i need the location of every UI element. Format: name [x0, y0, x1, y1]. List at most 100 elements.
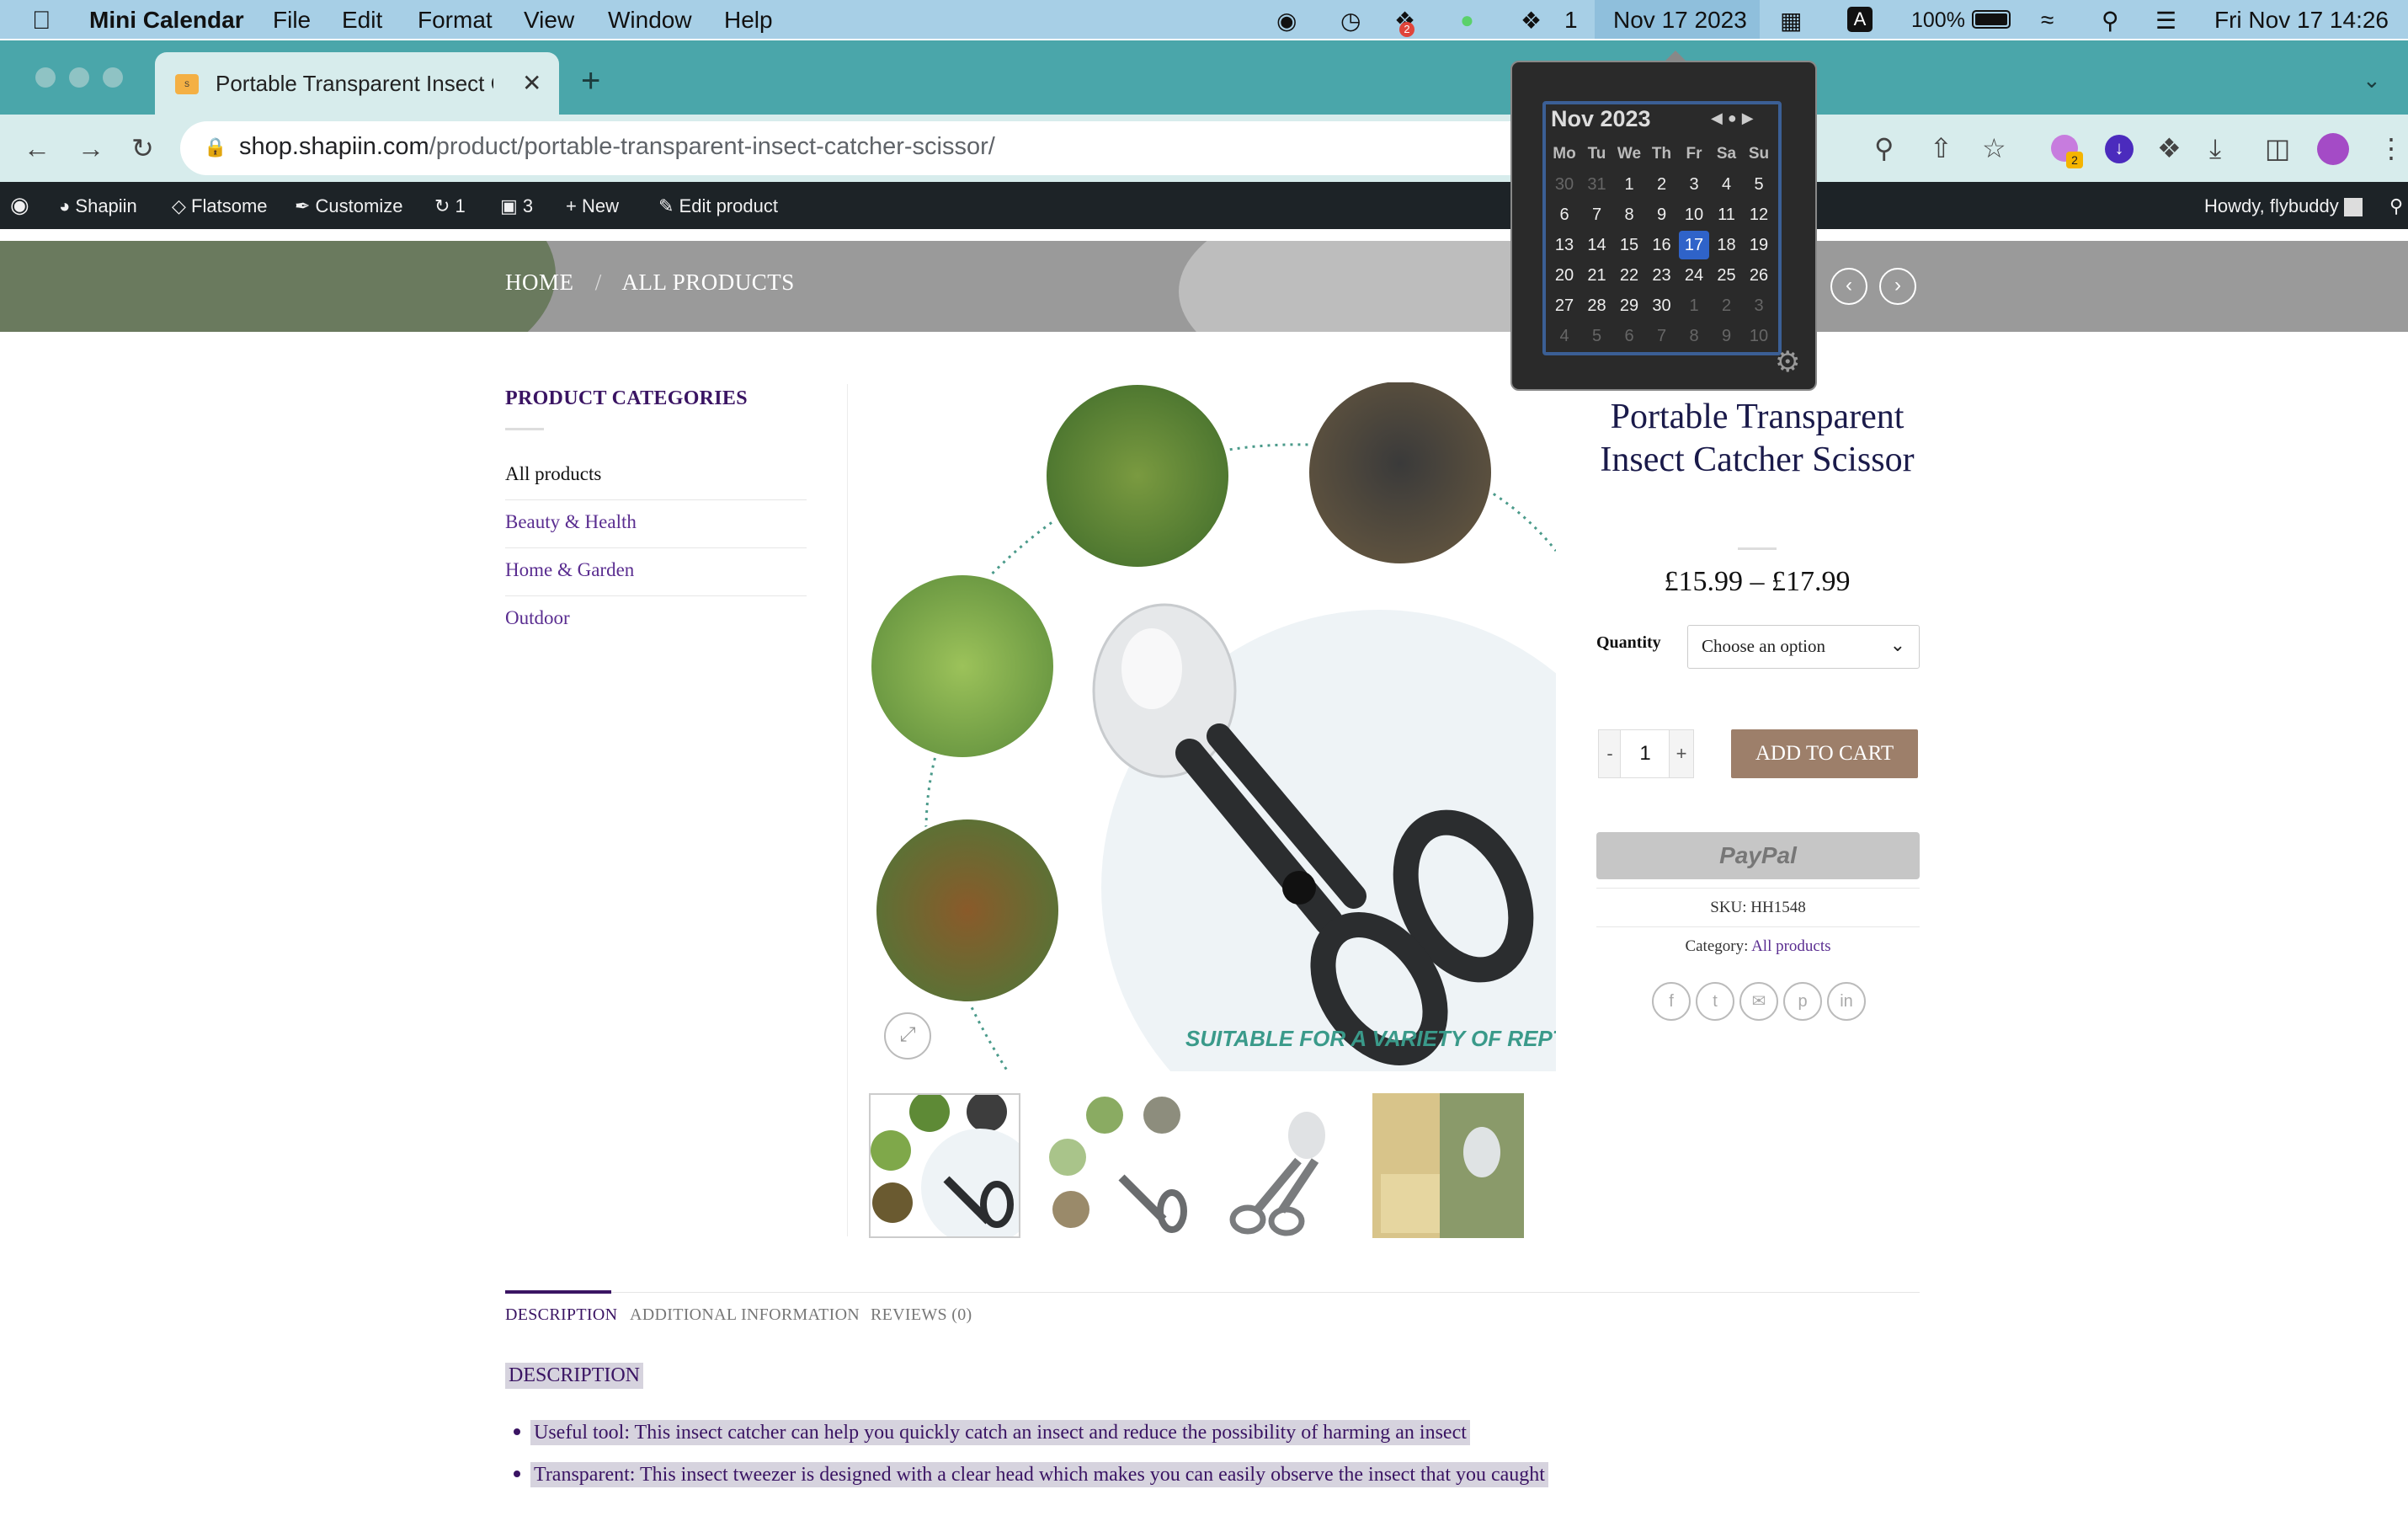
calendar-day[interactable]: 14	[1582, 231, 1612, 259]
battery-icon[interactable]	[1972, 10, 2011, 29]
next-month-icon[interactable]: ▶	[1742, 109, 1759, 126]
calendar-day[interactable]: 21	[1582, 261, 1612, 290]
paypal-button[interactable]: PayPal	[1596, 832, 1920, 879]
prev-month-icon[interactable]: ◀	[1711, 109, 1728, 126]
calendar-day[interactable]: 5	[1744, 170, 1774, 199]
back-arrow-icon[interactable]: ←	[24, 133, 51, 163]
calendar-day[interactable]: 25	[1712, 261, 1742, 290]
qty-plus-button[interactable]: +	[1669, 729, 1694, 778]
menu-window[interactable]: Window	[608, 7, 692, 34]
app-name-menu[interactable]: Mini Calendar	[89, 7, 244, 34]
calendar-day[interactable]: 9	[1647, 200, 1677, 229]
gallery-thumb-4[interactable]	[1372, 1093, 1524, 1238]
new-tab-button[interactable]: +	[581, 62, 600, 100]
chrome-menu-icon[interactable]: ⋮	[2378, 133, 2405, 163]
admin-theme-link[interactable]: ◇ Flatsome	[172, 195, 268, 217]
admin-new-link[interactable]: + New	[566, 195, 619, 217]
address-bar[interactable]: 🔒 shop.shapiin.com/product/portable-tran…	[180, 121, 1628, 175]
admin-customize-link[interactable]: ✒ Customize	[295, 195, 402, 217]
side-panel-icon[interactable]: ◫	[2265, 133, 2290, 163]
menu-format[interactable]: Format	[418, 7, 493, 34]
profile-avatar[interactable]	[2317, 133, 2349, 165]
input-source-indicator[interactable]: A	[1847, 7, 1873, 32]
calendar-day[interactable]: 13	[1549, 231, 1580, 259]
calendar-day[interactable]: 7	[1647, 322, 1677, 350]
window-minimize-button[interactable]	[69, 67, 89, 88]
calendar-day[interactable]: 3	[1744, 291, 1774, 320]
pinterest-share-icon[interactable]: p	[1783, 982, 1822, 1021]
reload-icon[interactable]: ↻	[131, 133, 154, 163]
admin-howdy-account[interactable]: Howdy, flybuddy	[2204, 195, 2363, 217]
calendar-day[interactable]: 19	[1744, 231, 1774, 259]
calendar-day[interactable]: 4	[1549, 322, 1580, 350]
menu-edit[interactable]: Edit	[342, 7, 382, 34]
category-link[interactable]: All products	[1751, 937, 1830, 955]
add-to-cart-button[interactable]: ADD TO CART	[1731, 729, 1918, 778]
line-app-icon[interactable]: ●	[1460, 7, 1474, 34]
calendar-day-today[interactable]: 17	[1679, 231, 1709, 259]
calendar-day[interactable]: 27	[1549, 291, 1580, 320]
admin-search-icon[interactable]: ⚲	[2389, 195, 2403, 217]
calendar-menubar-item[interactable]: Nov 17 2023	[1595, 0, 1760, 39]
breadcrumb-home-link[interactable]: HOME	[505, 270, 574, 295]
qty-minus-button[interactable]: -	[1598, 729, 1622, 778]
forward-arrow-icon[interactable]: →	[77, 133, 104, 163]
cow-app-icon[interactable]: ◉	[1276, 7, 1297, 35]
admin-edit-product-link[interactable]: ✎ Edit product	[658, 195, 778, 217]
email-share-icon[interactable]: ✉	[1739, 982, 1778, 1021]
sidebar-item-outdoor[interactable]: Outdoor	[505, 597, 807, 644]
sidebar-item-all-products[interactable]: All products	[505, 453, 807, 500]
product-main-image[interactable]: SUITABLE FOR A VARIETY OF REPTILES ⤢	[857, 382, 1556, 1071]
calendar-day[interactable]: 8	[1679, 322, 1709, 350]
zoom-icon[interactable]: ⚲	[1874, 133, 1894, 163]
calendar-day[interactable]: 30	[1647, 291, 1677, 320]
wifi-icon[interactable]: ≈	[2041, 7, 2054, 34]
admin-comments-link[interactable]: ▣ 3	[500, 195, 533, 217]
menu-help[interactable]: Help	[724, 7, 773, 34]
window-zoom-button[interactable]	[103, 67, 123, 88]
calendar-day[interactable]: 11	[1712, 200, 1742, 229]
calendar-day[interactable]: 10	[1744, 322, 1774, 350]
calendar-day[interactable]: 6	[1549, 200, 1580, 229]
wordpress-logo-icon[interactable]: ◉	[10, 192, 29, 218]
calendar-day[interactable]: 20	[1549, 261, 1580, 290]
calendar-day[interactable]: 29	[1614, 291, 1644, 320]
calendar-day[interactable]: 26	[1744, 261, 1774, 290]
calendar-day[interactable]: 16	[1647, 231, 1677, 259]
browser-tab-active[interactable]: S Portable Transparent Insect Catcher Sc…	[155, 52, 559, 115]
spotlight-search-icon[interactable]: ⚲	[2102, 7, 2119, 35]
calendar-day[interactable]: 2	[1712, 291, 1742, 320]
twitter-share-icon[interactable]: t	[1696, 982, 1734, 1021]
tab-close-icon[interactable]: ✕	[522, 69, 541, 97]
calendar-day[interactable]: 22	[1614, 261, 1644, 290]
next-product-button[interactable]: ›	[1879, 268, 1916, 305]
calendar-day[interactable]: 1	[1614, 170, 1644, 199]
facebook-share-icon[interactable]: f	[1652, 982, 1691, 1021]
tab-description[interactable]: DESCRIPTION	[505, 1305, 617, 1325]
calendar-day[interactable]: 4	[1712, 170, 1742, 199]
clock-app-icon[interactable]: ◷	[1340, 7, 1361, 35]
prev-product-button[interactable]: ‹	[1830, 268, 1867, 305]
linkedin-share-icon[interactable]: in	[1827, 982, 1866, 1021]
menu-view[interactable]: View	[524, 7, 574, 34]
share-icon[interactable]: ⇧	[1930, 133, 1953, 163]
gallery-thumb-3[interactable]	[1206, 1093, 1357, 1238]
calendar-day[interactable]: 9	[1712, 322, 1742, 350]
sidebar-item-home-garden[interactable]: Home & Garden	[505, 549, 807, 596]
breadcrumb-current-link[interactable]: ALL PRODUCTS	[622, 270, 795, 295]
expand-image-icon[interactable]: ⤢	[884, 1012, 931, 1060]
calendar-day[interactable]: 23	[1647, 261, 1677, 290]
control-center-icon[interactable]: ☰	[2155, 7, 2176, 35]
calendar-day[interactable]: 2	[1647, 170, 1677, 199]
calendar-day[interactable]: 31	[1582, 170, 1612, 199]
menu-file[interactable]: File	[273, 7, 311, 34]
calendar-day[interactable]: 6	[1614, 322, 1644, 350]
calendar-day[interactable]: 12	[1744, 200, 1774, 229]
apple-icon[interactable]: 	[32, 7, 51, 35]
bookmark-star-icon[interactable]: ☆	[1982, 133, 2006, 163]
calendar-day[interactable]: 1	[1679, 291, 1709, 320]
calendar-day[interactable]: 5	[1582, 322, 1612, 350]
contact-card-icon[interactable]: ▦	[1780, 7, 1802, 35]
window-close-button[interactable]	[35, 67, 56, 88]
calendar-day[interactable]: 28	[1582, 291, 1612, 320]
